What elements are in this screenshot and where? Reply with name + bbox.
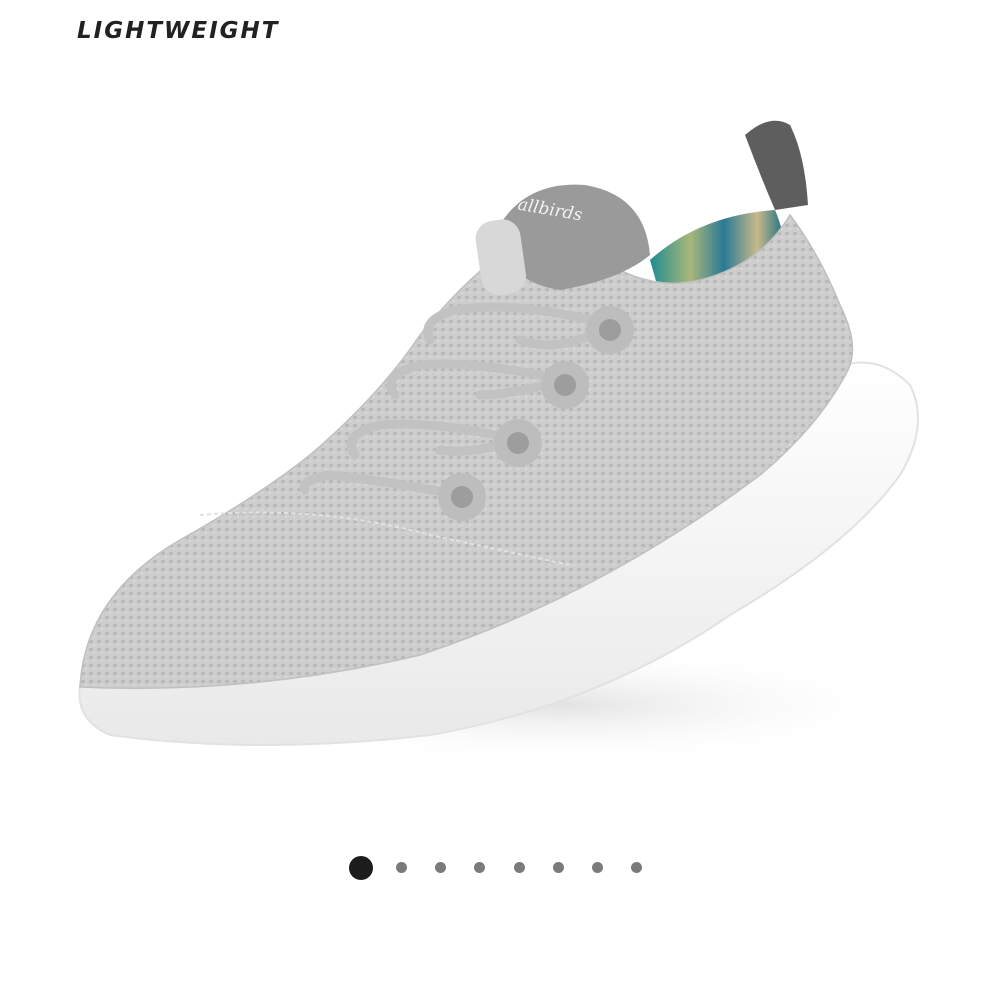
- carousel-dot-2[interactable]: [396, 862, 407, 873]
- carousel-dot-3[interactable]: [435, 862, 446, 873]
- product-badge: LIGHTWEIGHT: [77, 18, 280, 44]
- carousel-dot-1[interactable]: [349, 856, 373, 880]
- product-image: allbirds: [0, 95, 1000, 815]
- carousel-dot-8[interactable]: [631, 862, 642, 873]
- carousel-dot-5[interactable]: [514, 862, 525, 873]
- carousel-dot-4[interactable]: [474, 862, 485, 873]
- carousel-dot-6[interactable]: [553, 862, 564, 873]
- heel-tab: [745, 120, 808, 210]
- carousel-dot-7[interactable]: [592, 862, 603, 873]
- carousel-pagination: [0, 852, 1000, 884]
